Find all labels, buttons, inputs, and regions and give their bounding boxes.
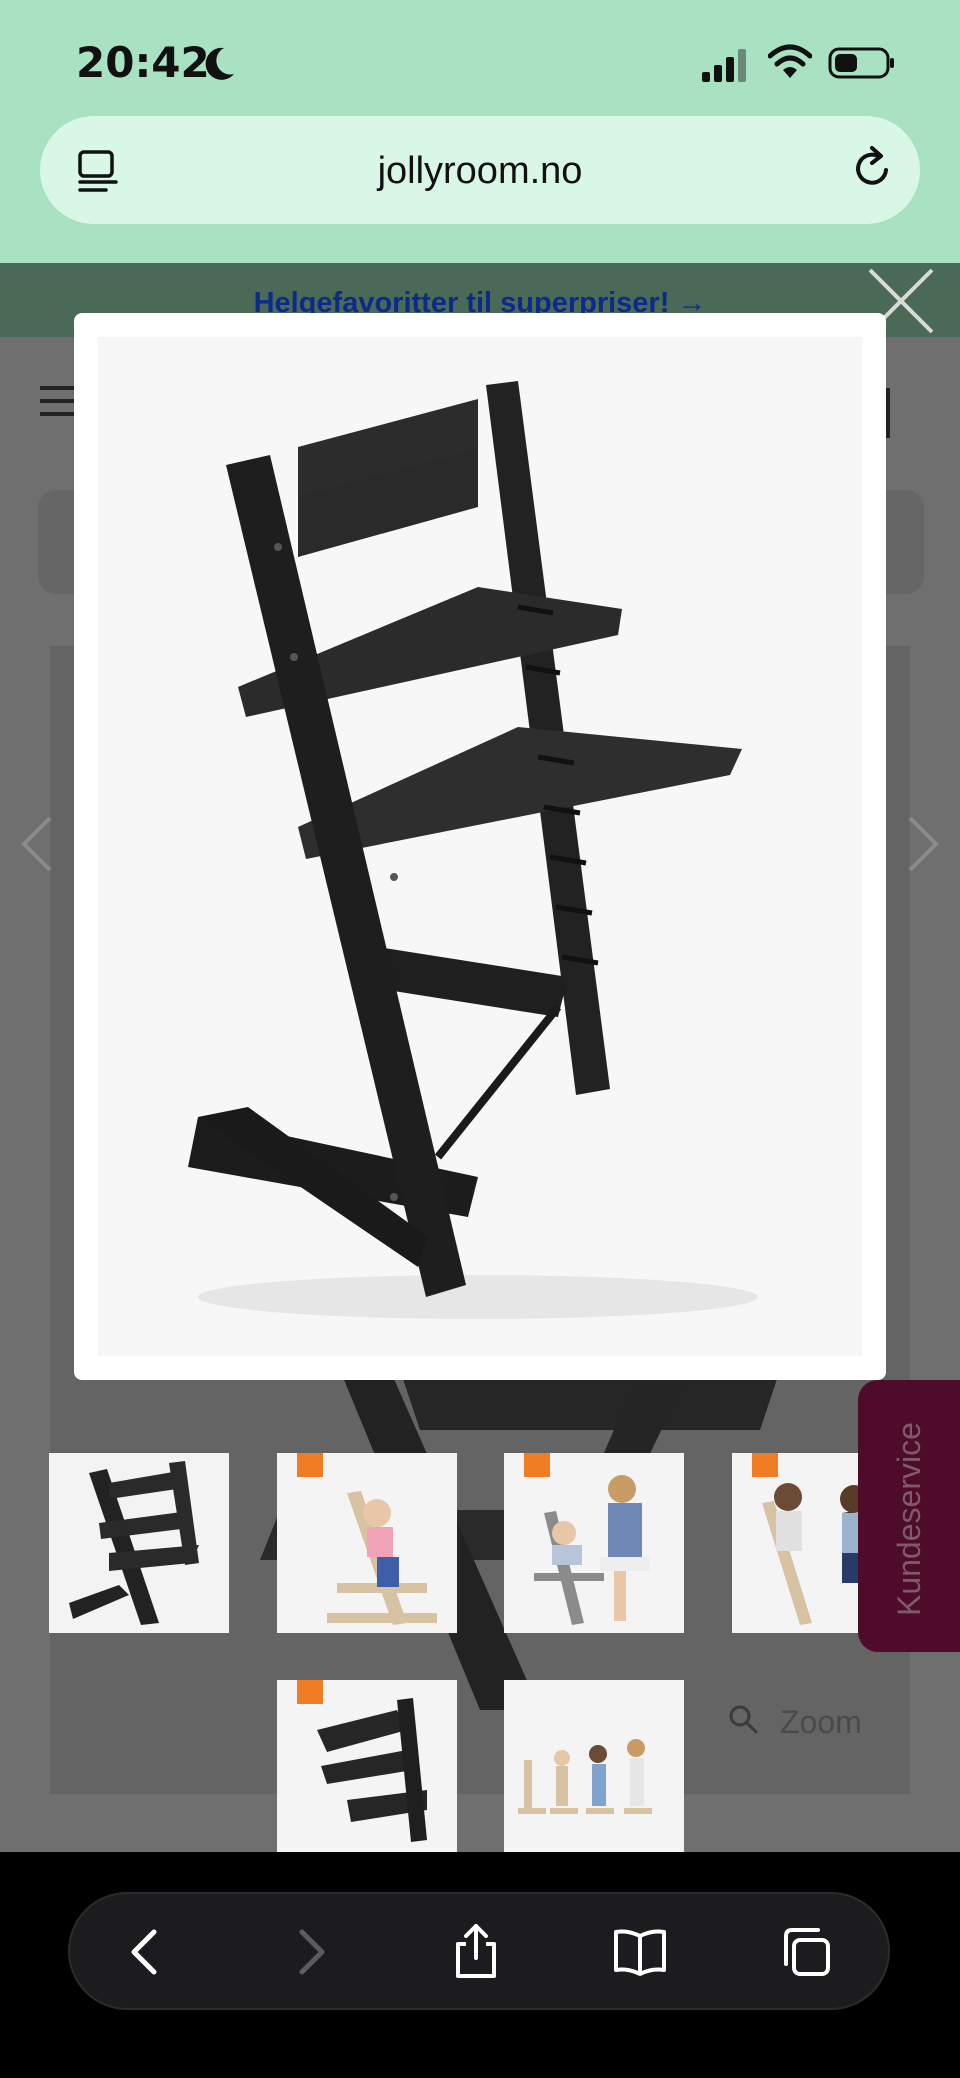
zoom-label[interactable]: Zoom — [780, 1704, 862, 1741]
tabs-icon[interactable] — [778, 1924, 834, 1980]
chair-image-icon — [49, 1453, 229, 1633]
image-lightbox — [74, 313, 886, 1380]
previous-image-icon[interactable] — [18, 814, 58, 874]
high-chair-image — [98, 337, 862, 1356]
toddler-on-chair-icon — [277, 1453, 457, 1633]
chair-lineup-icon — [504, 1680, 684, 1852]
thumbnail-1[interactable] — [49, 1453, 229, 1633]
url-text[interactable]: jollyroom.no — [40, 150, 920, 193]
battery-icon — [828, 47, 894, 79]
brand-tag — [524, 1453, 550, 1477]
back-icon[interactable] — [118, 1924, 174, 1980]
forward-icon[interactable] — [282, 1924, 338, 1980]
thumbnail-5[interactable] — [277, 1680, 457, 1852]
next-image-icon[interactable] — [902, 814, 942, 874]
share-icon[interactable] — [448, 1924, 504, 1980]
lightbox-product-image[interactable] — [98, 337, 862, 1356]
customer-service-tab[interactable]: Kundeservice — [858, 1380, 960, 1652]
moon-icon — [205, 47, 234, 80]
thumbnail-6[interactable] — [504, 1680, 684, 1852]
signal-icon — [702, 49, 746, 82]
address-bar[interactable]: jollyroom.no — [40, 116, 920, 224]
browser-toolbar — [68, 1892, 890, 2010]
bookmarks-icon[interactable] — [612, 1924, 668, 1980]
chair-closeup-icon — [277, 1680, 457, 1852]
parent-baby-icon — [504, 1453, 684, 1633]
wifi-icon — [768, 44, 812, 78]
reload-icon[interactable] — [848, 144, 896, 192]
zoom-icon[interactable] — [728, 1704, 758, 1734]
brand-tag — [752, 1453, 778, 1477]
thumbnail-3[interactable] — [504, 1453, 684, 1633]
brand-tag — [297, 1680, 323, 1704]
browser-top-chrome: 20:42 jollyroom.no — [0, 0, 960, 263]
brand-tag — [297, 1453, 323, 1477]
status-time: 20:42 — [76, 38, 210, 87]
thumbnail-2[interactable] — [277, 1453, 457, 1633]
customer-service-label[interactable]: Kundeservice — [891, 1422, 928, 1616]
browser-bottom-bar — [0, 1852, 960, 2078]
